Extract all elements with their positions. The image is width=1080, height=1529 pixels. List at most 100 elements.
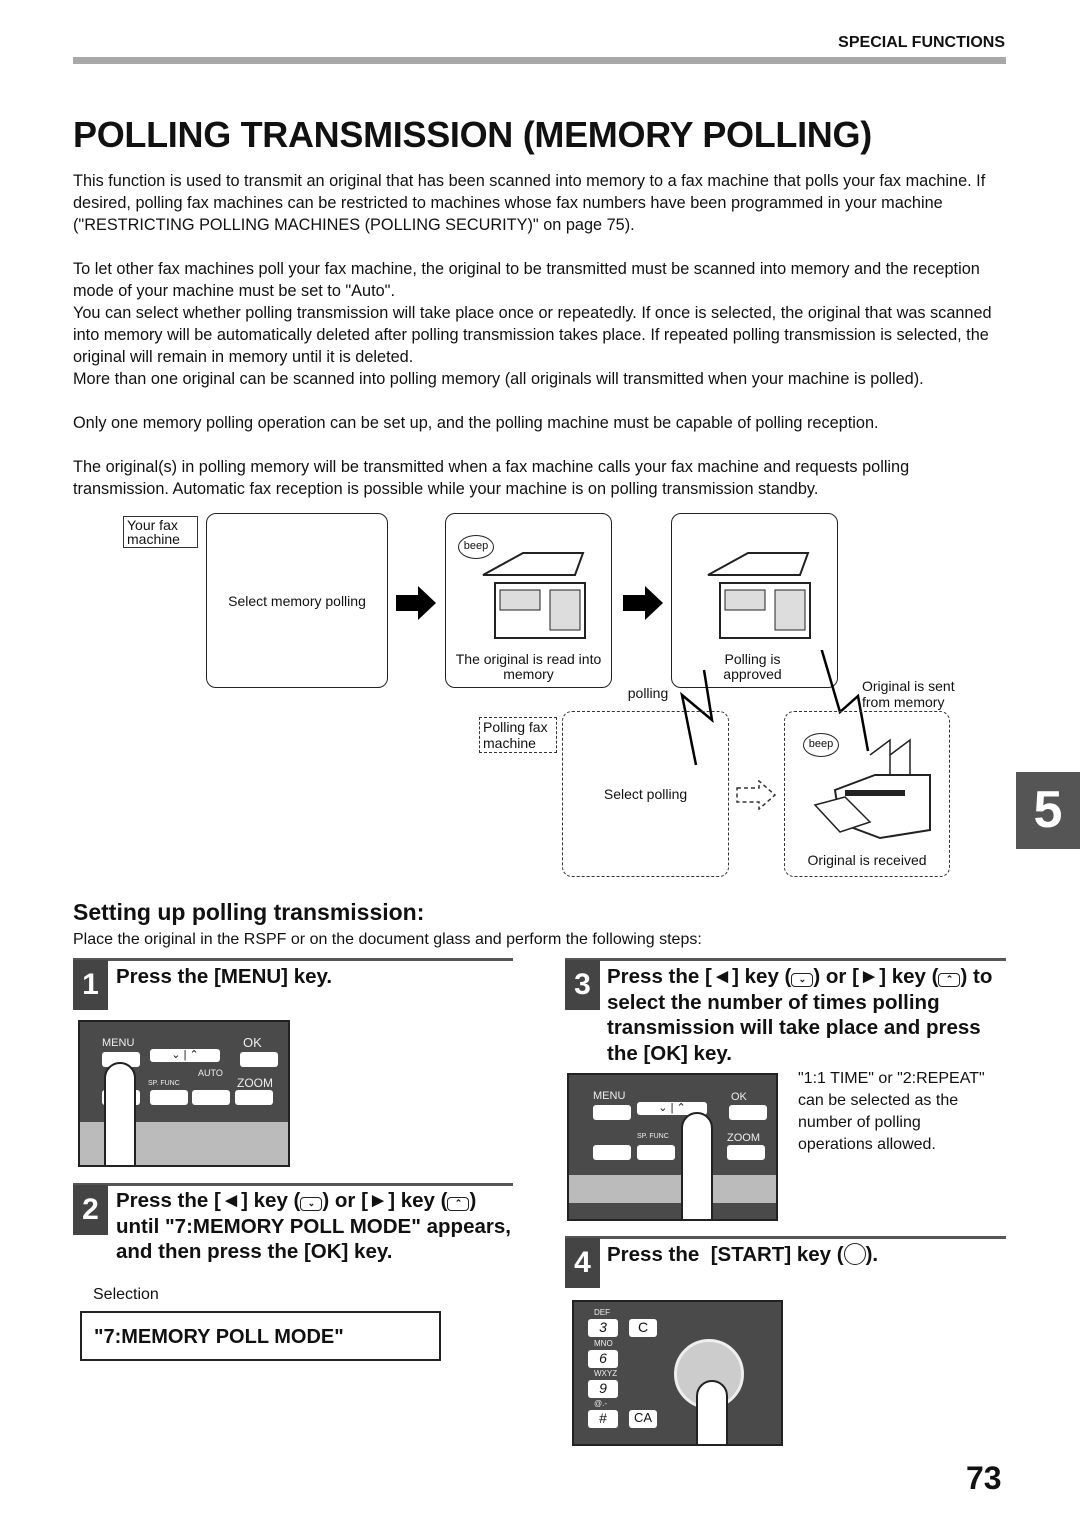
page-number: 73 <box>966 1460 1002 1496</box>
key-letters: DEF <box>594 1308 610 1317</box>
key-letters: @.- <box>594 1399 608 1408</box>
dashed-arrow-icon <box>736 780 777 810</box>
step-number: 2 <box>73 1185 108 1235</box>
start-key-icon <box>843 1243 866 1265</box>
select-polling-label: Select polling <box>603 786 688 802</box>
text: ) <box>960 965 968 988</box>
intro-text: Place the original in the RSPF or on the… <box>73 931 702 948</box>
key[interactable] <box>150 1090 188 1105</box>
right-arrow-icon: ► <box>858 965 880 988</box>
ok-key[interactable] <box>240 1052 278 1067</box>
text: ] key ( <box>241 1189 301 1212</box>
step-number: 3 <box>565 960 600 1010</box>
key-hash[interactable]: # <box>588 1410 618 1428</box>
chapter-tab[interactable]: 5 <box>1016 772 1080 849</box>
header-rule <box>73 57 1006 64</box>
beep-bubble: beep <box>458 535 494 559</box>
step-number: 4 <box>565 1238 600 1288</box>
menu-key-label: MENU <box>593 1090 626 1102</box>
up-key-icon: ⌃ <box>938 973 961 987</box>
step-rule <box>73 1183 513 1186</box>
finger-icon <box>681 1112 713 1219</box>
ok-key[interactable] <box>729 1105 767 1120</box>
arrow-right-icon <box>623 586 663 620</box>
control-panel-arrows: MENU OK ⌄ | ⌃ SP. FUNC ZOOM <box>567 1073 778 1221</box>
copier-icon <box>482 552 586 639</box>
control-panel-menu: MENU OK ⌄ | ⌃ AUTO SP. FUNC ZOOM <box>78 1020 290 1167</box>
text: Press the [ <box>116 1189 221 1212</box>
up-key-icon: ⌃ <box>447 1197 470 1211</box>
right-arrow-icon: ► <box>367 1189 389 1212</box>
section-heading: Setting up polling transmission: <box>73 899 425 925</box>
selection-label: Selection <box>93 1286 159 1303</box>
paragraph: The original(s) in polling memory will b… <box>73 458 910 498</box>
arrow-right-icon <box>396 586 436 620</box>
key[interactable] <box>637 1145 675 1160</box>
ok-key-label: OK <box>243 1035 262 1050</box>
down-key-icon: ⌄ <box>791 973 814 987</box>
beep-bubble: beep <box>803 733 839 757</box>
key-6[interactable]: 6 <box>588 1350 618 1368</box>
step-heading: Press the [◄] key (⌄) or [►] key (⌃) unt… <box>116 1188 516 1265</box>
key-letters: WXYZ <box>594 1369 618 1378</box>
step3-note: "1:1 TIME" or "2:REPEAT" can be selected… <box>798 1070 985 1153</box>
paragraph: More than one original can be scanned in… <box>73 370 924 388</box>
paragraph: To let other fax machines poll your fax … <box>73 260 980 300</box>
text: until "7:MEMORY POLL MODE" appears, and … <box>116 1214 511 1264</box>
paragraph: You can select whether polling transmiss… <box>73 304 992 366</box>
text: ) or [ <box>322 1189 368 1212</box>
menu-key[interactable] <box>593 1105 631 1120</box>
read-into-memory-label: The original is read into memory <box>455 651 602 682</box>
text: ) <box>469 1189 477 1212</box>
arrow-keys[interactable]: ⌄ | ⌃ <box>150 1049 220 1062</box>
polling-fax-label: Polling fax machine <box>479 717 557 753</box>
text: ). <box>865 1243 879 1266</box>
step-heading: Press the [◄] key (⌄) or [►] key (⌃) to … <box>607 964 1007 1066</box>
key-3[interactable]: 3 <box>588 1319 618 1337</box>
left-arrow-icon: ◄ <box>711 965 733 988</box>
sent-from-memory-label: Original is sent from memory <box>862 678 955 710</box>
menu-key-label: MENU <box>102 1037 135 1049</box>
step-heading: Press the [START] key (). <box>607 1242 878 1268</box>
display-selection: "7:MEMORY POLL MODE" <box>80 1311 441 1361</box>
left-arrow-icon: ◄ <box>220 1189 242 1212</box>
ok-key-label: OK <box>731 1091 747 1103</box>
section-header: SPECIAL FUNCTIONS <box>838 34 1005 51</box>
key-letters: MNO <box>594 1339 613 1348</box>
text: ] key ( <box>732 965 792 988</box>
text: ) or [ <box>813 965 859 988</box>
key[interactable] <box>593 1145 631 1160</box>
step-rule <box>73 958 513 961</box>
copier-icon <box>707 552 811 639</box>
page-title: POLLING TRANSMISSION (MEMORY POLLING) <box>73 114 872 155</box>
panel-bezel <box>569 1175 776 1203</box>
key[interactable] <box>192 1090 230 1105</box>
step-rule <box>565 1236 1006 1239</box>
sp-func-label: SP. FUNC <box>148 1080 180 1087</box>
text: Press the [START] key ( <box>607 1243 844 1266</box>
your-fax-label: Your fax machine <box>123 516 198 548</box>
clear-all-key[interactable]: CA <box>629 1410 657 1428</box>
zoom-key[interactable] <box>235 1090 273 1105</box>
step-number: 1 <box>73 960 108 1010</box>
received-label: Original is received <box>807 852 927 868</box>
control-panel-start: DEF MNO WXYZ @.- 3 C 6 9 # CA <box>572 1300 783 1446</box>
zoom-key[interactable] <box>727 1145 765 1160</box>
text: Press the [ <box>607 965 712 988</box>
text: ] key ( <box>388 1189 448 1212</box>
text: ] key ( <box>879 965 939 988</box>
step-rule <box>565 958 1006 961</box>
select-memory-label: Select memory polling <box>228 593 366 609</box>
polling-label: polling <box>627 685 669 701</box>
step-heading: Press the [MENU] key. <box>116 965 333 988</box>
paragraph: Only one memory polling operation can be… <box>73 414 879 432</box>
auto-label: AUTO <box>198 1068 223 1078</box>
paragraph: This function is used to transmit an ori… <box>73 172 986 234</box>
finger-icon <box>104 1062 136 1165</box>
sp-func-label: SP. FUNC <box>637 1133 669 1140</box>
clear-key[interactable]: C <box>629 1319 657 1337</box>
zoom-key-label: ZOOM <box>727 1132 760 1144</box>
finger-icon <box>696 1380 728 1444</box>
zoom-key-label: ZOOM <box>237 1076 273 1090</box>
key-9[interactable]: 9 <box>588 1380 618 1398</box>
